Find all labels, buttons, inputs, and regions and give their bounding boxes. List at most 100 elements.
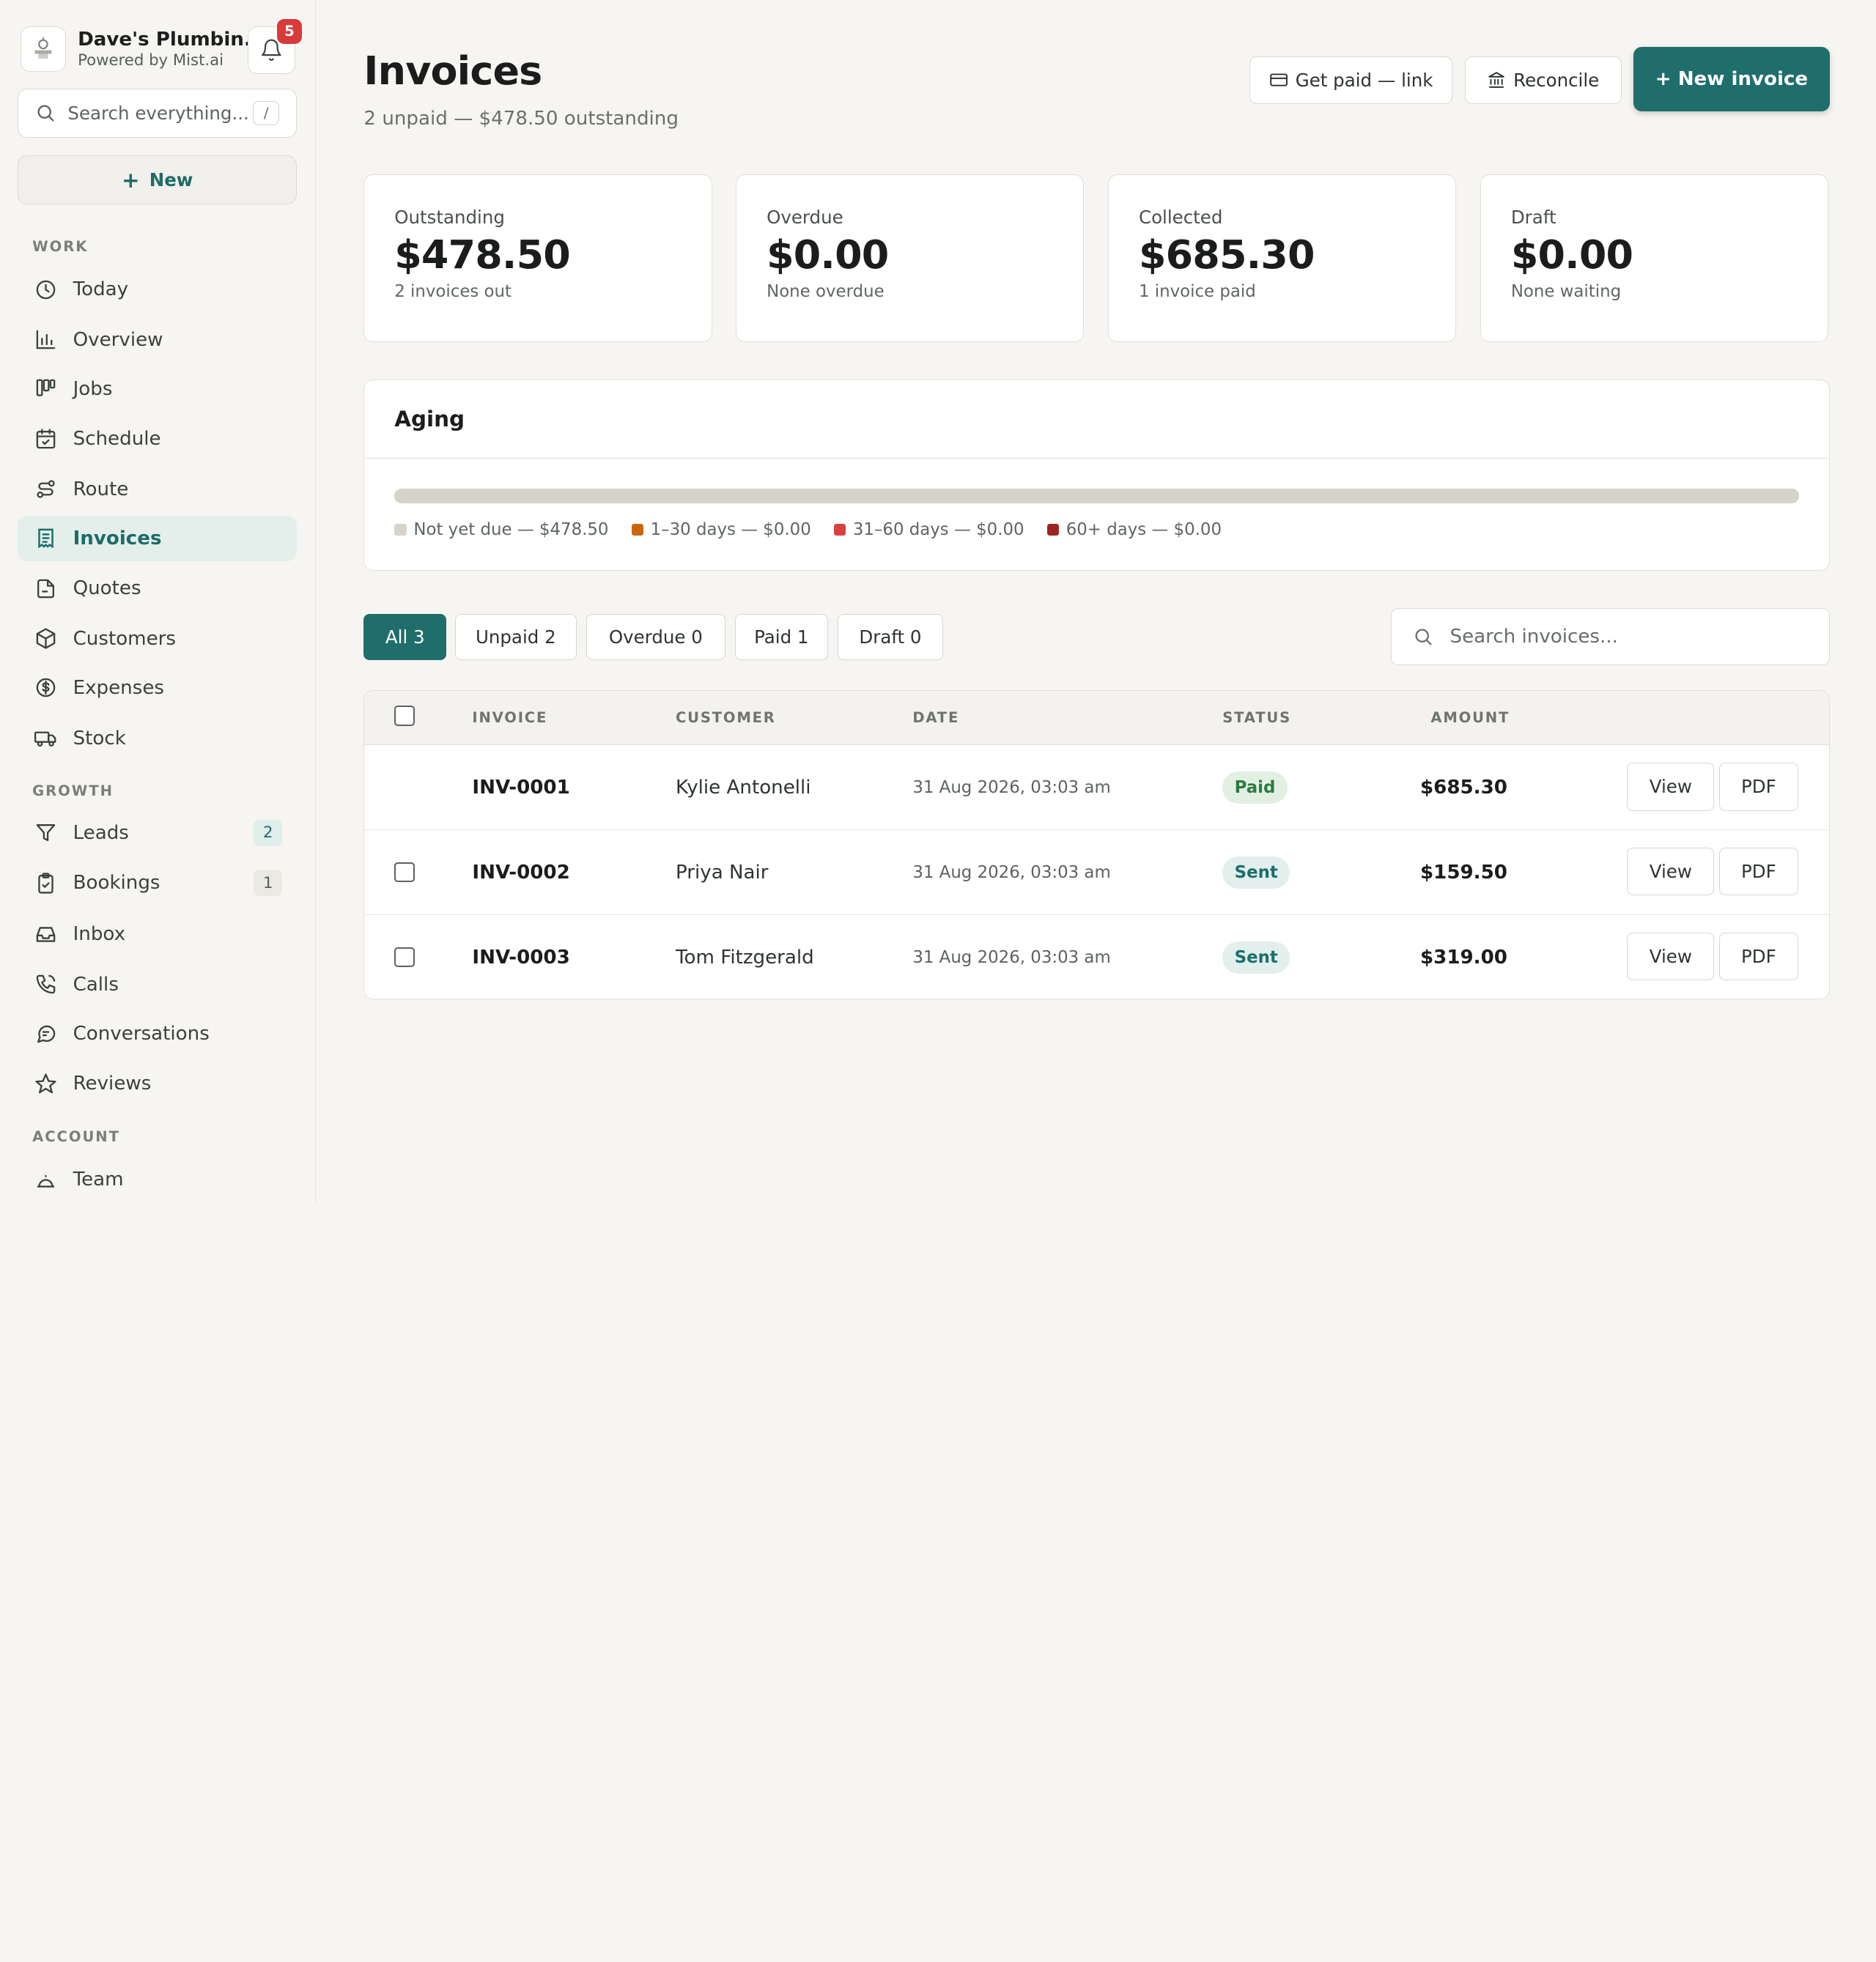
sidebar-item-quotes[interactable]: Quotes (18, 566, 296, 611)
sidebar-item-leads[interactable]: Leads 2 (18, 810, 296, 856)
bookings-count-badge: 1 (254, 870, 283, 897)
aging-legend: Not yet due — $478.50 1–30 days — $0.00 … (394, 520, 1244, 539)
status-badge: Paid (1222, 771, 1288, 804)
filter-paid[interactable]: Paid 1 (734, 613, 829, 661)
section-label-growth: GROWTH (32, 782, 114, 799)
global-search-placeholder: Search everything... (67, 102, 249, 124)
notification-count-badge: 5 (276, 18, 303, 44)
filter-overdue[interactable]: Overdue 0 (586, 613, 725, 661)
sidebar-item-expenses[interactable]: Expenses (18, 665, 296, 711)
stat-label: Collected (1138, 206, 1223, 228)
aging-panel: Aging Not yet due — $478.50 1–30 days — … (363, 379, 1830, 571)
sidebar-item-label: Calls (73, 973, 119, 996)
route-icon (34, 478, 58, 502)
sidebar-item-route[interactable]: Route (18, 467, 296, 512)
phone-icon (34, 973, 58, 997)
view-button[interactable]: View (1627, 763, 1715, 811)
clipboard-check-icon (34, 871, 58, 895)
page-subtitle: 2 unpaid — $478.50 outstanding (363, 107, 679, 130)
sidebar-item-schedule[interactable]: Schedule (18, 416, 296, 462)
invoice-amount: $159.50 (1420, 861, 1507, 884)
stat-card-collected: Collected $685.30 1 invoice paid (1108, 174, 1457, 343)
customer-name: Kylie Antonelli (676, 776, 811, 799)
reconcile-button[interactable]: Reconcile (1464, 56, 1622, 105)
invoice-search-input[interactable]: Search invoices... (1390, 607, 1830, 665)
invoice-id[interactable]: INV-0003 (472, 915, 569, 999)
clock-icon (34, 278, 58, 302)
invoice-amount: $685.30 (1420, 776, 1507, 799)
customer-name: Priya Nair (676, 861, 769, 884)
legend-swatch (833, 523, 846, 536)
invoice-search-placeholder: Search invoices... (1450, 625, 1618, 648)
sidebar-item-label: Route (73, 478, 129, 500)
receipt-icon (34, 527, 58, 551)
legend-not-yet-due: Not yet due — $478.50 (394, 520, 608, 539)
sidebar-item-conversations[interactable]: Conversations (18, 1011, 296, 1056)
global-search-input[interactable]: Search everything... / (18, 88, 297, 138)
table-row[interactable]: INV-0002 Priya Nair 31 Aug 2026, 03:03 a… (364, 830, 1829, 915)
column-header-status: STATUS (1222, 708, 1291, 726)
pdf-button[interactable]: PDF (1718, 933, 1798, 981)
stat-value: $0.00 (767, 231, 889, 278)
sidebar-item-label: Customers (73, 628, 177, 650)
legend-swatch (1046, 523, 1059, 536)
stat-value: $0.00 (1510, 231, 1633, 278)
select-all-checkbox[interactable] (394, 705, 415, 726)
aging-bar-segment (394, 489, 1800, 503)
section-label-account: ACCOUNT (32, 1128, 120, 1145)
row-checkbox[interactable] (394, 862, 415, 883)
stat-value: $478.50 (394, 231, 570, 278)
legend-swatch (394, 523, 407, 536)
stat-label: Draft (1510, 206, 1556, 228)
brand[interactable]: Dave's Plumbin... Powered by Mist.ai (20, 26, 266, 72)
box-icon (34, 627, 58, 651)
stat-label: Outstanding (394, 206, 505, 228)
invoice-date: 31 Aug 2026, 03:03 am (912, 862, 1111, 882)
view-button[interactable]: View (1627, 848, 1715, 896)
sidebar-item-team[interactable]: Team (18, 1157, 296, 1202)
sidebar-item-today[interactable]: Today (18, 267, 296, 312)
legend-label: 31–60 days — $0.00 (852, 519, 1024, 539)
sidebar-item-customers[interactable]: Customers (18, 616, 296, 662)
sidebar-item-bookings[interactable]: Bookings 1 (18, 860, 296, 906)
divider (364, 457, 1829, 459)
notifications-button[interactable]: 5 (248, 18, 303, 75)
page-title: Invoices (363, 48, 542, 95)
brand-logo (20, 26, 66, 72)
reconcile-label: Reconcile (1513, 69, 1600, 91)
sidebar-item-label: Schedule (73, 428, 161, 451)
leads-count-badge: 2 (254, 819, 283, 846)
sidebar-item-inbox[interactable]: Inbox (18, 911, 296, 957)
calendar-check-icon (34, 427, 58, 451)
sidebar-item-calls[interactable]: Calls (18, 962, 296, 1007)
sidebar-item-jobs[interactable]: Jobs (18, 366, 296, 412)
sidebar-item-label: Bookings (73, 872, 160, 895)
view-button[interactable]: View (1627, 933, 1715, 981)
get-paid-link-label: Get paid — link (1295, 69, 1433, 91)
filter-unpaid[interactable]: Unpaid 2 (454, 613, 577, 661)
pdf-button[interactable]: PDF (1718, 848, 1798, 896)
sidebar-item-label: Inbox (73, 923, 126, 946)
invoice-id[interactable]: INV-0001 (472, 745, 569, 830)
pdf-button[interactable]: PDF (1718, 763, 1798, 811)
get-paid-link-button[interactable]: Get paid — link (1249, 56, 1453, 105)
filter-all[interactable]: All 3 (363, 613, 447, 661)
new-invoice-button[interactable]: + New invoice (1633, 46, 1830, 111)
table-row[interactable]: INV-0003 Tom Fitzgerald 31 Aug 2026, 03:… (364, 915, 1828, 999)
sidebar-item-reviews[interactable]: Reviews (18, 1061, 296, 1106)
sidebar-item-invoices[interactable]: Invoices (18, 515, 297, 561)
table-row[interactable]: INV-0001 Kylie Antonelli 31 Aug 2026, 03… (364, 745, 1829, 830)
sidebar-item-overview[interactable]: Overview (18, 317, 296, 363)
sidebar-item-stock[interactable]: Stock (18, 716, 296, 761)
row-checkbox[interactable] (394, 947, 415, 968)
bar-chart-icon (34, 327, 58, 352)
customer-name: Tom Fitzgerald (676, 946, 814, 969)
table-header: INVOICE CUSTOMER DATE STATUS AMOUNT (364, 691, 1829, 745)
sidebar-item-label: Overview (73, 328, 163, 351)
status-badge: Sent (1222, 856, 1290, 889)
sidebar-new-button[interactable]: + New (18, 155, 297, 205)
team-icon (34, 1168, 58, 1192)
stat-note: 2 invoices out (394, 282, 512, 302)
invoice-id[interactable]: INV-0002 (472, 830, 569, 915)
filter-draft[interactable]: Draft 0 (838, 613, 943, 661)
